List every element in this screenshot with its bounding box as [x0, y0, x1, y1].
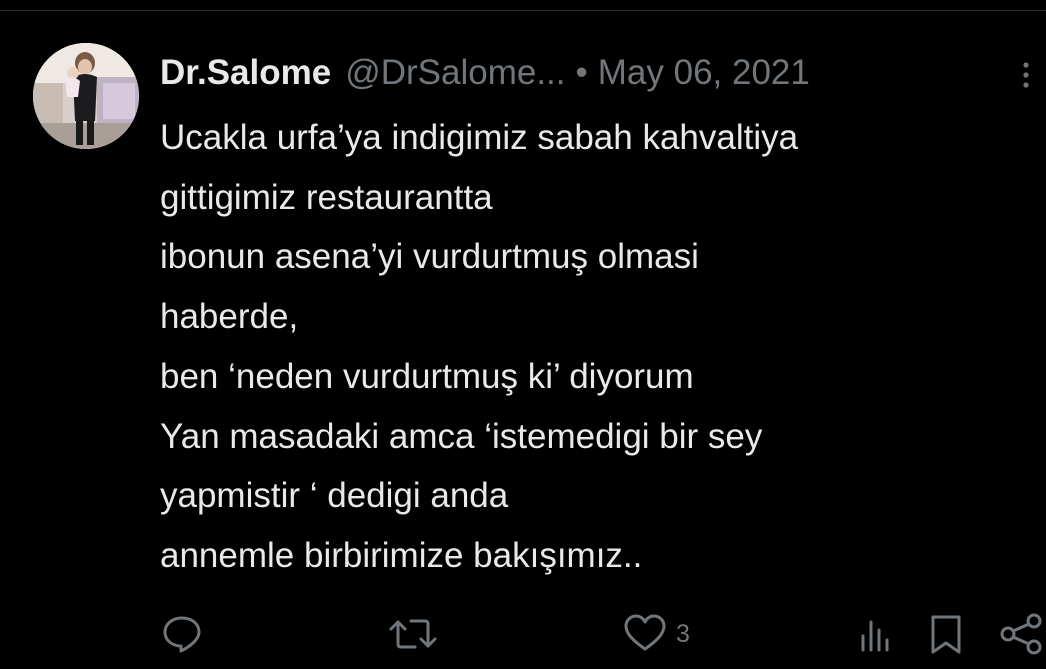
tweet-text-line: annemle birbirimize bakışımız..	[160, 535, 643, 575]
reply-icon	[163, 616, 201, 653]
heart-icon	[624, 614, 666, 651]
tweet-date[interactable]: May 06, 2021	[598, 53, 810, 93]
tweet-text-line: Ucakla urfa’ya indigimiz sabah kahvaltiy…	[160, 118, 799, 157]
tweet-text: Ucakla urfa’ya indigimiz sabah kahvaltiy…	[160, 108, 1030, 586]
tweet-text-line: gittigimiz restaurantta	[160, 177, 493, 217]
tweet-text-line: ben ‘neden vurdurtmuş ki’ diyorum	[160, 356, 694, 396]
share-button[interactable]	[998, 608, 1044, 660]
like-button[interactable]: 3	[622, 608, 690, 660]
tweet-text-line: Yan masadaki amca ‘istemedigi bir sey	[160, 416, 763, 456]
avatar[interactable]	[33, 43, 139, 149]
author-handle[interactable]: @DrSalome...	[345, 53, 565, 93]
more-vertical-icon	[1023, 62, 1029, 88]
tweet-text-line: yapmistir ‘ dedigi anda	[160, 476, 509, 516]
views-button[interactable]	[856, 608, 896, 660]
retweet-button[interactable]	[388, 608, 438, 660]
separator-dot: •	[575, 53, 588, 92]
views-icon	[861, 620, 889, 652]
more-options-button[interactable]	[1012, 58, 1042, 92]
tweet-text-line: ibonun asena’yi vurdurtmuş olmasi	[160, 237, 699, 277]
reply-button[interactable]	[160, 608, 204, 660]
share-icon	[1000, 613, 1042, 655]
bookmark-icon	[931, 615, 961, 654]
action-bar: 3	[0, 608, 1046, 660]
retweet-icon	[389, 619, 437, 649]
tweet-text-line: haberde,	[160, 297, 299, 337]
avatar-photo	[33, 43, 139, 149]
author-name[interactable]: Dr.Salome	[160, 53, 331, 93]
like-count: 3	[676, 619, 690, 648]
tweet-header: Dr.Salome @DrSalome... • May 06, 2021	[160, 50, 810, 96]
bookmark-button[interactable]	[926, 608, 966, 660]
top-divider	[0, 10, 1046, 11]
